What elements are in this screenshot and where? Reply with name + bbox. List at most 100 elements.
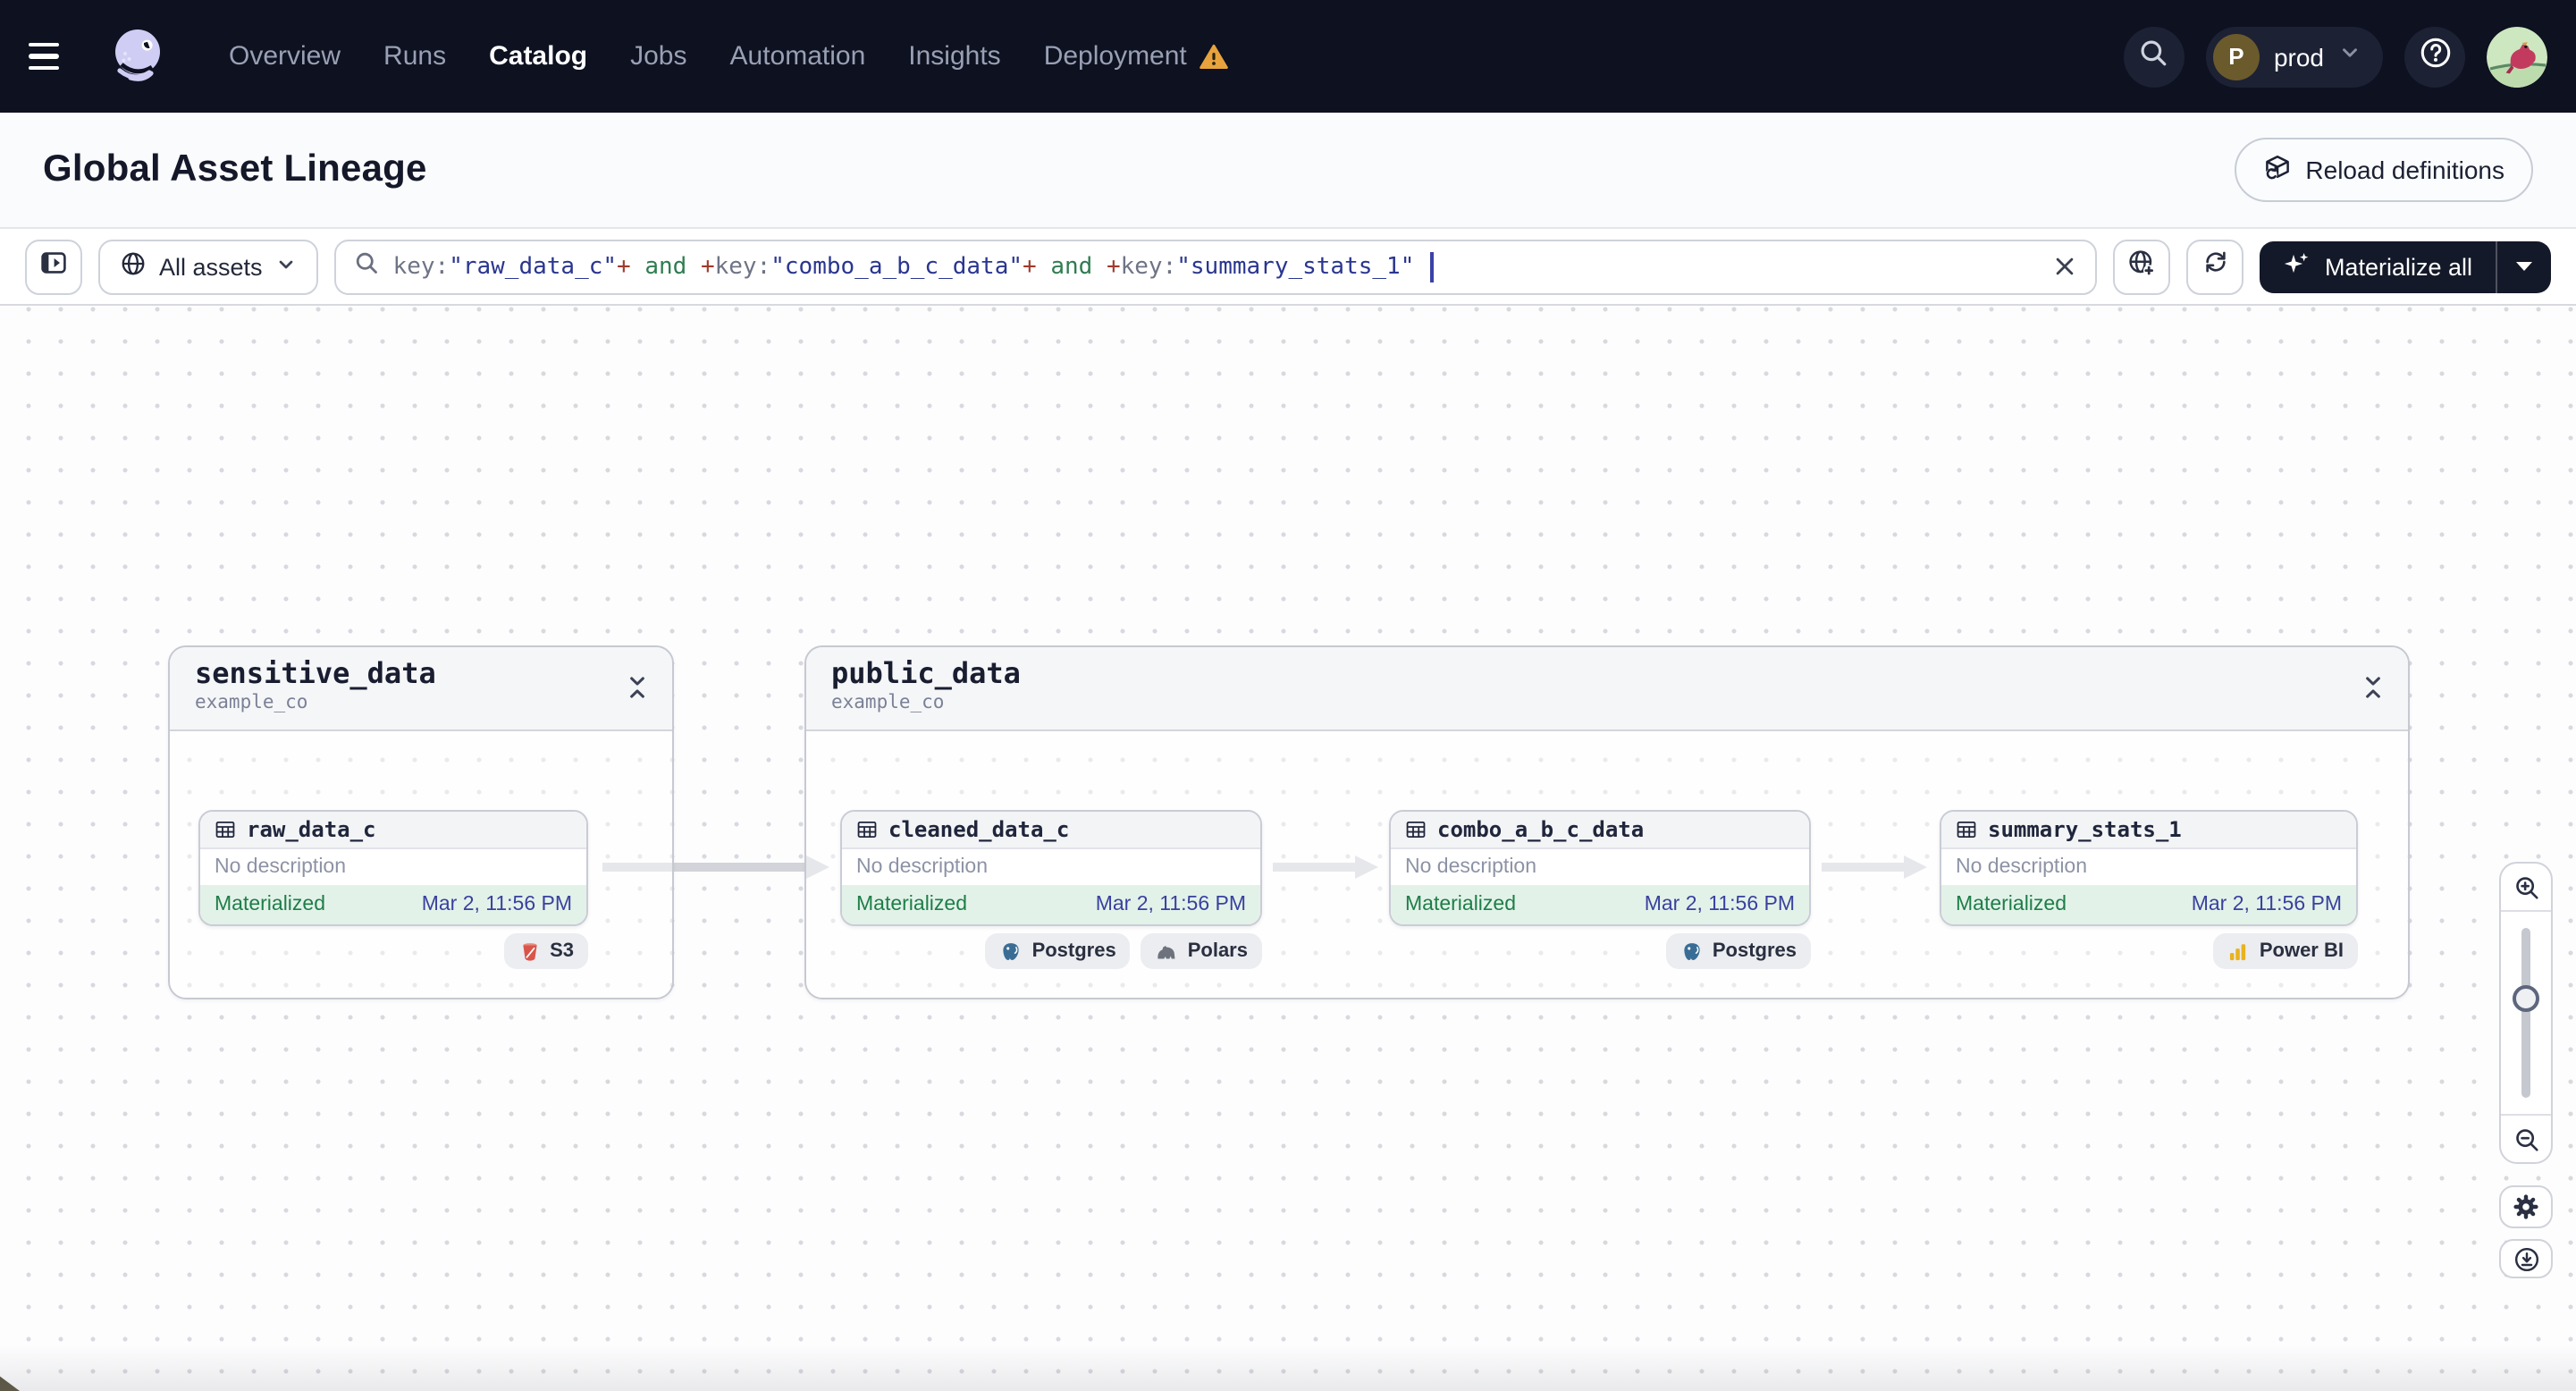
- kind-badge-postgres: Postgres: [985, 933, 1131, 969]
- search-button[interactable]: [2123, 26, 2185, 87]
- nav-item-overview[interactable]: Overview: [229, 41, 341, 72]
- refresh-graph-button[interactable]: [2186, 239, 2244, 294]
- dagster-app-window: Overview Runs Catalog Jobs Automation Insight…: [0, 0, 2576, 1391]
- reload-definitions-button[interactable]: Reload definitions: [2234, 138, 2533, 202]
- collapse-icon: [2366, 677, 2380, 698]
- asset-description: No description: [200, 849, 586, 885]
- canvas-corner-artifact: [0, 1376, 20, 1391]
- polars-icon: [1156, 940, 1179, 963]
- powerbi-icon: [2229, 943, 2245, 960]
- kind-badge-power-bi: Power BI: [2212, 933, 2358, 969]
- kind-badge-label: Power BI: [2259, 940, 2344, 962]
- clear-filter-button[interactable]: [2053, 254, 2078, 279]
- query-token-op: +: [1106, 253, 1121, 280]
- zoom-slider[interactable]: [2501, 912, 2551, 1114]
- asset-node-summary_stats_1[interactable]: summary_stats_1 No description Materialize…: [1940, 810, 2358, 926]
- asset-scope-label: All assets: [159, 253, 263, 280]
- toggle-sidebar-button[interactable]: [25, 239, 82, 294]
- search-icon: [2139, 37, 2169, 76]
- materialize-options-button[interactable]: [2497, 240, 2551, 292]
- table-icon: [215, 819, 236, 840]
- dagster-logo-icon[interactable]: [104, 21, 175, 92]
- collapse-group-button[interactable]: [624, 674, 652, 703]
- asset-node-combo_a_b_c_data[interactable]: combo_a_b_c_data No description Materializ…: [1389, 810, 1811, 926]
- postgres-icon: [1000, 940, 1023, 963]
- globe-plus-icon: [2128, 248, 2157, 285]
- materialized-status: Materialized: [856, 894, 967, 915]
- deployment-warning-icon: [1199, 42, 1228, 71]
- asset-status-row: Materialized Mar 2, 11:56 PM: [200, 885, 586, 924]
- query-token-op: +: [617, 253, 631, 280]
- nav-item-deployment[interactable]: Deployment: [1044, 41, 1228, 72]
- asset-name-row: summary_stats_1: [1941, 812, 2356, 849]
- table-icon: [1405, 819, 1427, 840]
- chevron-down-icon: [275, 253, 297, 280]
- materialize-all-split-button: Materialize all: [2260, 240, 2551, 292]
- query-token-kw: and: [630, 253, 701, 280]
- nav-item-label: Catalog: [489, 41, 588, 72]
- table-icon: [1406, 821, 1426, 839]
- panel-toggle-icon: [39, 248, 68, 285]
- nav-item-label: Jobs: [630, 41, 687, 72]
- lineage-graph-canvas[interactable]: sensitive_data example_co public_data examp…: [0, 306, 2576, 1391]
- graph-settings-button[interactable]: [2499, 1185, 2553, 1228]
- nav-item-catalog[interactable]: Catalog: [489, 41, 587, 72]
- asset-name: cleaned_data_c: [888, 817, 1070, 842]
- nav-item-runs[interactable]: Runs: [383, 41, 446, 72]
- zoom-in-button[interactable]: [2501, 864, 2551, 912]
- caret-down-icon: [2516, 262, 2532, 271]
- asset-node-raw_data_c[interactable]: raw_data_c No description Materialized Mar …: [198, 810, 588, 926]
- nav-item-jobs[interactable]: Jobs: [630, 41, 686, 72]
- add-selection-scope-button[interactable]: [2113, 239, 2171, 294]
- sparkle-icon: [2284, 250, 2311, 282]
- reload-definitions-icon: [2262, 153, 2291, 187]
- zoom-out-button[interactable]: [2501, 1114, 2551, 1162]
- table-icon: [856, 819, 878, 840]
- s3-icon: [522, 942, 536, 960]
- table-icon: [1956, 819, 1977, 840]
- reload-definitions-label: Reload definitions: [2305, 156, 2504, 184]
- hamburger-menu-icon[interactable]: [29, 30, 82, 83]
- powerbi-icon: [2227, 940, 2251, 963]
- help-button[interactable]: [2404, 26, 2465, 87]
- globe-icon: [120, 250, 147, 282]
- asset-kind-badges: Postgres Polars: [840, 933, 1262, 969]
- table-icon: [1957, 821, 1976, 839]
- collapse-group-button[interactable]: [2360, 674, 2388, 703]
- download-icon: [2513, 1246, 2538, 1271]
- chevron-down-icon: [2338, 40, 2361, 72]
- materialization-timestamp[interactable]: Mar 2, 11:56 PM: [1645, 894, 1795, 915]
- asset-description: No description: [842, 849, 1260, 885]
- kind-badge-polars: Polars: [1141, 933, 1262, 969]
- nav-item-label: Insights: [908, 41, 1001, 72]
- asset-filter-input[interactable]: key: "raw_data_c" + and + key: "combo_a_b_c_…: [333, 239, 2098, 294]
- warning-icon: [1199, 43, 1228, 68]
- close-icon: [2057, 257, 2075, 275]
- postgres-icon: [1003, 942, 1020, 959]
- asset-description: No description: [1941, 849, 2356, 885]
- materialized-status: Materialized: [1405, 894, 1516, 915]
- materialization-timestamp[interactable]: Mar 2, 11:56 PM: [422, 894, 572, 915]
- asset-status-row: Materialized Mar 2, 11:56 PM: [1941, 885, 2356, 924]
- asset-scope-dropdown[interactable]: All assets: [98, 239, 318, 294]
- asset-node-cleaned_data_c[interactable]: cleaned_data_c No description Materialized…: [840, 810, 1262, 926]
- group-subtitle: example_co: [195, 692, 308, 714]
- nav-item-label: Deployment: [1043, 41, 1187, 72]
- environment-name: prod: [2273, 42, 2324, 71]
- materialization-timestamp[interactable]: Mar 2, 11:56 PM: [2192, 894, 2342, 915]
- asset-kind-badges: Postgres: [1389, 933, 1811, 969]
- user-avatar[interactable]: [2487, 26, 2547, 87]
- materialization-timestamp[interactable]: Mar 2, 11:56 PM: [1096, 894, 1246, 915]
- zoom-slider-handle[interactable]: [2513, 985, 2539, 1012]
- deployment-switcher[interactable]: P prod: [2205, 26, 2383, 87]
- s3-icon: [518, 940, 541, 963]
- group-subtitle: example_co: [831, 692, 945, 714]
- asset-name: raw_data_c: [247, 817, 376, 842]
- nav-item-automation[interactable]: Automation: [730, 41, 866, 72]
- zoom-in-icon: [2515, 876, 2538, 898]
- download-graph-button[interactable]: [2499, 1239, 2553, 1278]
- asset-kind-badges: S3: [198, 933, 588, 969]
- materialize-all-button[interactable]: Materialize all: [2260, 240, 2496, 292]
- top-navbar: Overview Runs Catalog Jobs Automation Insight…: [0, 0, 2576, 113]
- nav-item-insights[interactable]: Insights: [908, 41, 1000, 72]
